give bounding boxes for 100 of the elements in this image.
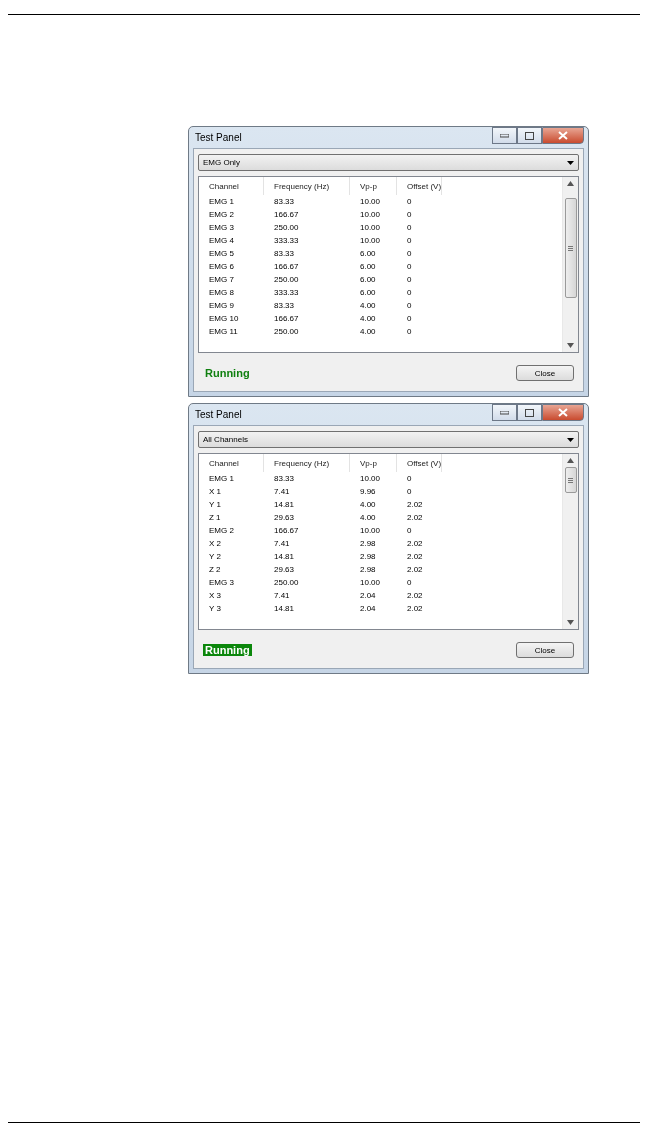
table-cell-text: 2.98 [359, 551, 377, 563]
scroll-up-icon[interactable] [567, 458, 574, 463]
table-cell-text: 83.33 [273, 248, 296, 260]
scroll-down-icon[interactable] [567, 343, 574, 348]
table-cell-text: 10.00 [359, 577, 382, 589]
maximize-button[interactable] [517, 127, 542, 144]
window-title: Test Panel [194, 132, 242, 143]
table-cell-text: 4.00 [359, 313, 377, 325]
table-cell-text: 250.00 [273, 577, 300, 589]
close-window-button[interactable] [542, 127, 584, 144]
table-cell-text: 14.81 [273, 499, 296, 511]
table-cell-text: 6.00 [359, 287, 377, 299]
table-cell-text: EMG 6 [208, 261, 235, 273]
table-cell-text: 2.98 [359, 538, 377, 550]
table-cell-text: 83.33 [273, 300, 296, 312]
table-cell-text: 29.63 [273, 512, 296, 524]
table-cell-text: 0 [406, 248, 413, 260]
table-cell-text: 6.00 [359, 261, 377, 273]
table-cell-text: 10.00 [359, 209, 382, 221]
channel-dropdown[interactable]: EMG Only [198, 154, 579, 171]
scroll-up-icon[interactable] [567, 181, 574, 186]
scrollbar[interactable] [562, 177, 578, 352]
table-cell-text: 250.00 [273, 274, 300, 286]
table-cell-text: 0 [406, 525, 413, 537]
maximize-button[interactable] [517, 404, 542, 421]
close-icon [558, 408, 568, 417]
minimize-button[interactable] [492, 127, 517, 144]
table-cell-text: 83.33 [273, 196, 296, 208]
table-cell-text: 0 [406, 209, 413, 221]
table-cell-text: 10.00 [359, 196, 382, 208]
table-cell-text: EMG 5 [208, 248, 235, 260]
channel-dropdown[interactable]: All Channels [198, 431, 579, 448]
table-cell-text: 0 [406, 235, 413, 247]
table-cell-text: 2.02 [406, 564, 424, 576]
grip-icon [568, 245, 573, 251]
table-cell-text: X 1 [208, 486, 222, 498]
caret-icon [567, 437, 574, 442]
table-cell-text: 6.00 [359, 248, 377, 260]
table-cell-text: 14.81 [273, 551, 296, 563]
scroll-down-icon[interactable] [567, 620, 574, 625]
table-cell-text: 0 [406, 486, 413, 498]
caret-icon [567, 160, 574, 165]
scrollbar[interactable] [562, 454, 578, 629]
table-cell-text: 10.00 [359, 222, 382, 234]
table-cell-text: 2.98 [359, 564, 377, 576]
table-cell-text: 0 [406, 274, 413, 286]
table-cell-text: 0 [406, 473, 413, 485]
table-cell-text: EMG 7 [208, 274, 235, 286]
maximize-icon [525, 408, 534, 417]
table-cell-text: 0 [406, 222, 413, 234]
table-cell-text: X 2 [208, 538, 222, 550]
table-cell-text: EMG 1 [208, 196, 235, 208]
table-cell-text: 14.81 [273, 603, 296, 615]
table-cell-text: EMG 3 [208, 222, 235, 234]
table-cell-text: 7.41 [273, 538, 291, 550]
close-window-button[interactable] [542, 404, 584, 421]
table-cell-text: 2.04 [359, 590, 377, 602]
table-cell-text: 7.41 [273, 590, 291, 602]
table-cell-text: 10.00 [359, 235, 382, 247]
minimize-icon [500, 410, 509, 415]
close-button[interactable]: Close [516, 642, 574, 658]
column-header[interactable]: Offset (V) [397, 454, 442, 472]
table-cell-text: 29.63 [273, 564, 296, 576]
table-cell-text: 6.00 [359, 274, 377, 286]
close-icon [558, 131, 568, 140]
table-cell-text: 4.00 [359, 512, 377, 524]
table-cell-text: X 3 [208, 590, 222, 602]
table-cell-text: 2.04 [359, 603, 377, 615]
close-button[interactable]: Close [516, 365, 574, 381]
column-header[interactable]: Offset (V) [397, 177, 442, 195]
column-header[interactable]: Channel [199, 454, 264, 472]
table-cell-text: EMG 1 [208, 473, 235, 485]
column-header[interactable]: Vp-p [350, 454, 397, 472]
table-cell-text: 0 [406, 313, 413, 325]
maximize-icon [525, 131, 534, 140]
column-header[interactable]: Channel [199, 177, 264, 195]
table-cell-text: Y 1 [208, 499, 222, 511]
table-cell-text: 0 [406, 196, 413, 208]
table-cell-text: 2.02 [406, 499, 424, 511]
table-cell-text: 9.96 [359, 486, 377, 498]
status-label: Running [204, 367, 251, 379]
table-cell-text: Y 2 [208, 551, 222, 563]
table-cell-text: 0 [406, 287, 413, 299]
table-cell-text: 2.02 [406, 551, 424, 563]
table-cell-text: EMG 4 [208, 235, 235, 247]
table-cell-text: 4.00 [359, 300, 377, 312]
table-cell-text: 10.00 [359, 473, 382, 485]
table-cell-text: 0 [406, 261, 413, 273]
minimize-icon [500, 133, 509, 138]
table-cell-text: 0 [406, 577, 413, 589]
table-cell-text: 0 [406, 326, 413, 338]
column-header[interactable]: Frequency (Hz) [264, 454, 350, 472]
table-cell-text: 166.67 [273, 209, 300, 221]
table-cell-text: 2.02 [406, 603, 424, 615]
column-header[interactable]: Vp-p [350, 177, 397, 195]
table-cell-text: 166.67 [273, 313, 300, 325]
table-cell-text: 250.00 [273, 326, 300, 338]
column-header[interactable]: Frequency (Hz) [264, 177, 350, 195]
table-cell-text: 2.02 [406, 538, 424, 550]
minimize-button[interactable] [492, 404, 517, 421]
